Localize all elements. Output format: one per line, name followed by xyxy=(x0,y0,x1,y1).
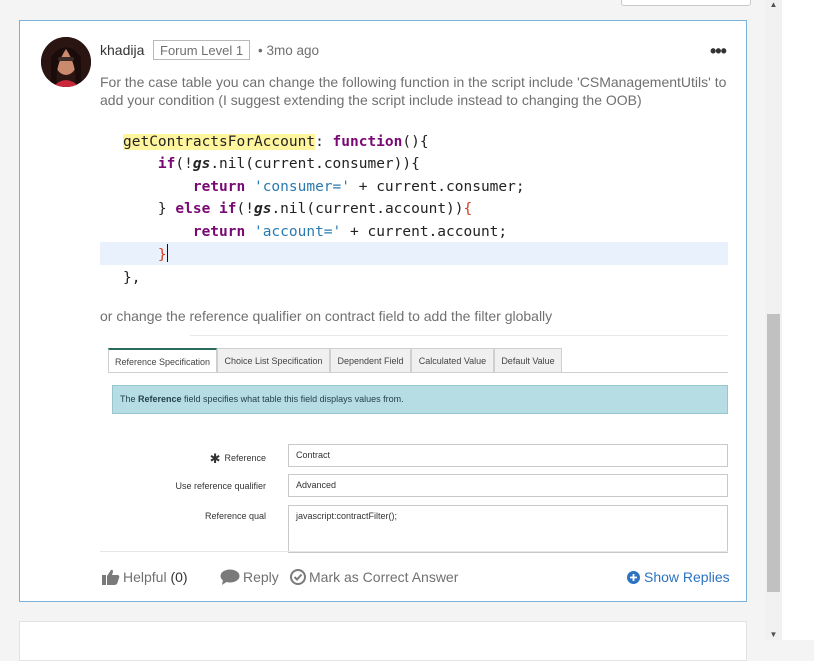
info-text: The xyxy=(120,394,139,404)
post-time: • 3mo ago xyxy=(258,43,320,58)
show-replies-button[interactable]: Show Replies xyxy=(627,568,730,586)
code-line-3: return 'consumer=' + current.consumer; xyxy=(123,176,525,198)
forum-reply-card: khadija Forum Level 1 • 3mo ago ••• For … xyxy=(19,20,747,602)
tab-choice-list-specification[interactable]: Choice List Specification xyxy=(217,348,330,372)
code-text: (! xyxy=(236,201,254,217)
actions-divider xyxy=(100,551,728,552)
reply-paragraph-1: For the case table you can change the fo… xyxy=(100,74,727,108)
code-line-7: }, xyxy=(123,270,141,286)
code-active-line-highlight xyxy=(100,242,728,265)
helpful-button[interactable]: Helpful (0) xyxy=(102,568,188,586)
required-icon: ✱ xyxy=(209,451,221,466)
top-input-field[interactable] xyxy=(621,0,751,6)
page-scrollbar[interactable]: ▲ ▼ xyxy=(765,0,782,640)
reply-button[interactable]: Reply xyxy=(220,568,279,586)
reference-field[interactable]: Contract xyxy=(288,444,728,467)
show-replies-label: Show Replies xyxy=(644,569,730,585)
helpful-count: (0) xyxy=(170,569,188,585)
code-keyword: if xyxy=(157,156,176,172)
author-name[interactable]: khadija xyxy=(100,42,144,58)
code-function-name: getContractsForAccount xyxy=(123,134,316,150)
thumbs-up-icon xyxy=(102,569,120,585)
reference-label-text: Reference xyxy=(224,453,266,463)
mark-correct-label: Mark as Correct Answer xyxy=(309,569,459,585)
code-keyword: return xyxy=(192,224,246,240)
code-line-5: return 'account=' + current.account; xyxy=(123,221,507,243)
tab-default-value[interactable]: Default Value xyxy=(494,348,562,372)
check-circle-icon xyxy=(290,569,306,585)
embedded-form-screenshot: Reference Specification Choice List Spec… xyxy=(100,335,728,553)
more-options-icon[interactable]: ••• xyxy=(710,41,727,62)
code-text: + current.consumer; xyxy=(350,179,525,195)
reference-label: ✱ Reference xyxy=(126,451,266,467)
code-keyword: return xyxy=(192,179,246,195)
info-bold-text: Reference xyxy=(138,394,182,404)
scrollbar-thumb[interactable] xyxy=(767,314,780,592)
code-line-2: if(!gs.nil(current.consumer)){ xyxy=(123,153,420,175)
code-text: : xyxy=(315,134,333,150)
reply-paragraph-2: or change the reference qualifier on con… xyxy=(100,308,553,324)
scroll-up-arrow-icon[interactable]: ▲ xyxy=(769,0,778,9)
right-margin xyxy=(782,0,814,640)
speech-bubble-icon xyxy=(220,569,240,585)
code-text: .nil(current.consumer)){ xyxy=(210,156,420,172)
code-block: getContractsForAccount: function(){ if(!… xyxy=(100,129,728,299)
mark-correct-button[interactable]: Mark as Correct Answer xyxy=(290,568,458,586)
reply-label: Reply xyxy=(243,569,279,585)
code-keyword: else xyxy=(175,201,211,217)
tab-reference-specification[interactable]: Reference Specification xyxy=(108,348,217,372)
code-string: 'consumer=' xyxy=(253,179,350,195)
code-text: (! xyxy=(175,156,193,172)
use-reference-qualifier-select[interactable]: Advanced xyxy=(288,474,728,497)
code-object: gs xyxy=(192,156,211,172)
code-text: } xyxy=(157,201,176,217)
tab-baseline xyxy=(108,372,728,373)
code-object: gs xyxy=(253,201,272,217)
code-brace: } xyxy=(157,247,167,263)
code-text: + current.account; xyxy=(341,224,508,240)
screenshot-divider xyxy=(190,335,728,336)
code-line-6: } xyxy=(123,244,168,266)
plus-circle-icon xyxy=(627,571,640,584)
reference-qual-textarea[interactable]: javascript:contractFilter(); xyxy=(288,505,728,553)
code-line-4: } else if(!gs.nil(current.account)){ xyxy=(123,198,472,220)
use-reference-qualifier-label: Use reference qualifier xyxy=(175,481,266,491)
avatar[interactable] xyxy=(41,37,91,87)
helpful-label: Helpful xyxy=(123,569,167,585)
code-keyword: function xyxy=(332,134,403,150)
code-keyword: if xyxy=(219,201,237,217)
tab-dependent-field[interactable]: Dependent Field xyxy=(330,348,411,372)
forum-level-badge: Forum Level 1 xyxy=(153,40,251,60)
info-text: field specifies what table this field di… xyxy=(181,394,404,404)
info-message: The Reference field specifies what table… xyxy=(112,385,728,414)
reference-qual-label: Reference qual xyxy=(204,511,266,521)
tab-calculated-value[interactable]: Calculated Value xyxy=(411,348,494,372)
scroll-down-arrow-icon[interactable]: ▼ xyxy=(769,630,778,639)
code-text: .nil(current.account)) xyxy=(271,201,464,217)
next-reply-card xyxy=(19,621,747,661)
code-brace: { xyxy=(463,201,473,217)
text-cursor xyxy=(166,244,168,262)
code-text: (){ xyxy=(402,134,429,150)
code-line-1: getContractsForAccount: function(){ xyxy=(123,131,429,153)
code-string: 'account=' xyxy=(253,224,342,240)
